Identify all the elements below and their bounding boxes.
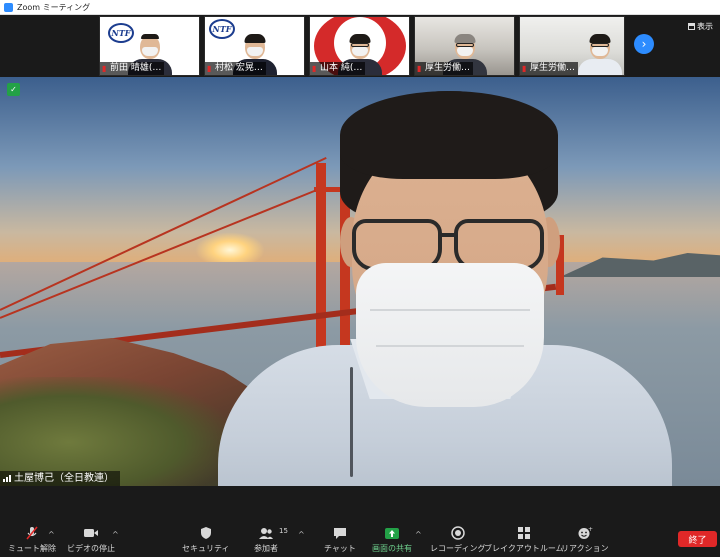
participant-name-label: ▮ 厚生労働… xyxy=(520,62,579,75)
muted-mic-icon: ▮ xyxy=(207,63,212,73)
ntf-logo-icon: NTF xyxy=(209,19,235,39)
earphone-cord xyxy=(350,367,353,477)
muted-mic-icon: ▮ xyxy=(102,63,107,73)
record-icon xyxy=(450,526,466,540)
video-options-caret-icon[interactable]: ^ xyxy=(112,530,119,539)
participant-name: 村松 宏晃… xyxy=(215,63,263,73)
participant-name-label: ▮ 山本 純(… xyxy=(310,62,366,75)
reactions-label: リアクション xyxy=(561,544,609,553)
meeting-toolbar: ミュート解除 ^ ビデオの停止 ^ セキュリティ 参加者 15 ^ チャット 画… xyxy=(0,486,720,557)
breakout-rooms-grid-icon xyxy=(516,526,532,540)
speaker-video xyxy=(0,77,720,486)
participant-name-label: ▮ 厚生労働… xyxy=(415,62,474,75)
end-meeting-button[interactable]: 終了 xyxy=(678,531,717,547)
participants-count: 15 xyxy=(279,527,288,535)
speaker-name: 土屋博己（全日教連） xyxy=(14,473,114,484)
end-meeting-label: 終了 xyxy=(688,535,707,546)
reaction-smiley-icon: + xyxy=(577,526,593,540)
participant-thumbnail[interactable]: NTF ▮ 前田 晴雄(… xyxy=(99,16,200,76)
unmute-label: ミュート解除 xyxy=(8,544,56,553)
participant-name: 前田 晴雄(… xyxy=(110,63,162,73)
audio-options-caret-icon[interactable]: ^ xyxy=(48,530,55,539)
view-button[interactable]: 表示 xyxy=(688,21,713,32)
participant-name: 厚生労働… xyxy=(530,63,576,73)
svg-text:+: + xyxy=(588,526,593,533)
share-screen-button[interactable]: 画面の共有 xyxy=(372,526,412,554)
participant-video xyxy=(578,34,622,75)
share-screen-label: 画面の共有 xyxy=(372,544,412,553)
record-label: レコーディング xyxy=(430,544,486,553)
zoom-app-icon xyxy=(4,2,13,12)
participant-name: 厚生労働… xyxy=(425,63,471,73)
participant-strip: NTF ▮ 前田 晴雄(… NTF ▮ 村松 宏晃… ▮ 山本 純(… ▮ 厚生… xyxy=(0,15,720,77)
reactions-button[interactable]: + リアクション xyxy=(561,526,609,554)
breakout-rooms-label: ブレイクアウトルーム xyxy=(484,544,564,553)
view-grid-icon xyxy=(688,23,695,30)
security-label: セキュリティ xyxy=(182,544,230,553)
chat-label: チャット xyxy=(324,544,356,553)
participant-name-label: ▮ 前田 晴雄(… xyxy=(100,62,165,75)
participant-thumbnail[interactable]: ▮ 厚生労働… xyxy=(519,16,625,76)
connection-signal-icon xyxy=(3,475,11,482)
participants-options-caret-icon[interactable]: ^ xyxy=(298,530,305,539)
participants-label: 参加者 xyxy=(254,544,278,553)
muted-mic-icon: ▮ xyxy=(312,63,317,73)
active-speaker-video: ✓ 土屋博己（全日教連） xyxy=(0,77,720,486)
muted-mic-icon: ▮ xyxy=(417,63,422,73)
encryption-shield-icon[interactable]: ✓ xyxy=(7,83,20,96)
glasses-bridge xyxy=(440,233,456,237)
stop-video-button[interactable]: ビデオの停止 xyxy=(67,526,115,554)
chat-bubble-icon xyxy=(332,526,348,540)
share-options-caret-icon[interactable]: ^ xyxy=(415,530,422,539)
breakout-rooms-button[interactable]: ブレイクアウトルーム xyxy=(484,526,564,554)
participant-name-label: ▮ 村松 宏晃… xyxy=(205,62,266,75)
window-titlebar: Zoom ミーティング xyxy=(0,0,720,15)
participant-thumbnail[interactable]: ▮ 厚生労働… xyxy=(414,16,515,76)
face-mask xyxy=(356,263,544,407)
participant-name: 山本 純(… xyxy=(320,63,363,73)
participant-thumbnail[interactable]: ▮ 山本 純(… xyxy=(309,16,410,76)
security-shield-icon xyxy=(198,526,214,540)
mask-fold xyxy=(370,309,530,311)
mask-fold xyxy=(376,345,524,347)
stop-video-label: ビデオの停止 xyxy=(67,544,115,553)
speaker-hair-front xyxy=(340,91,558,179)
mic-muted-icon xyxy=(24,526,40,540)
participants-icon xyxy=(258,526,274,540)
window-title: Zoom ミーティング xyxy=(17,2,91,12)
participants-button[interactable]: 参加者 xyxy=(254,526,278,554)
view-button-label: 表示 xyxy=(697,22,713,31)
chat-button[interactable]: チャット xyxy=(324,526,356,554)
next-page-arrow-icon[interactable]: › xyxy=(634,34,654,54)
speaker-name-label: 土屋博己（全日教連） xyxy=(0,471,120,486)
video-camera-icon xyxy=(83,526,99,540)
share-screen-icon xyxy=(384,526,400,540)
security-button[interactable]: セキュリティ xyxy=(182,526,230,554)
participant-thumbnail[interactable]: NTF ▮ 村松 宏晃… xyxy=(204,16,305,76)
record-button[interactable]: レコーディング xyxy=(430,526,485,554)
muted-mic-icon: ▮ xyxy=(522,63,527,73)
